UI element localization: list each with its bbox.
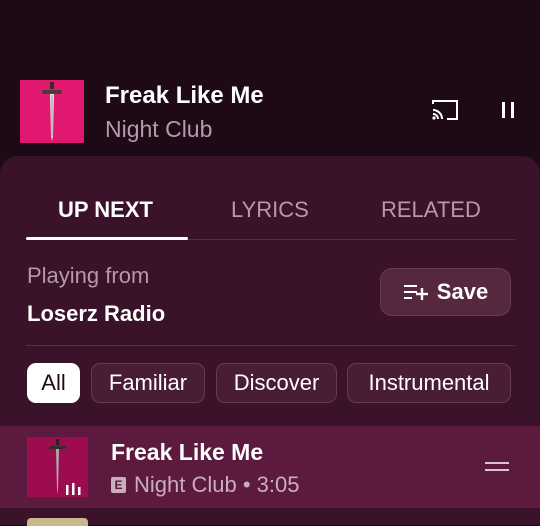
playlist-add-icon xyxy=(403,285,428,300)
equalizer-icon xyxy=(66,483,81,495)
chip-discover[interactable]: Discover xyxy=(216,363,337,403)
tab-related[interactable]: RELATED xyxy=(381,196,481,224)
drag-handle-icon[interactable] xyxy=(484,459,510,473)
dagger-icon xyxy=(42,82,62,141)
pause-icon[interactable] xyxy=(496,98,520,122)
explicit-badge: E xyxy=(111,477,126,493)
station-name: Loserz Radio xyxy=(27,301,166,326)
chip-all[interactable]: All xyxy=(27,363,80,403)
save-button[interactable]: Save xyxy=(380,268,511,316)
now-playing-title[interactable]: Freak Like Me xyxy=(105,82,264,110)
album-art[interactable] xyxy=(20,80,84,143)
chip-familiar[interactable]: Familiar xyxy=(91,363,205,403)
save-button-label: Save xyxy=(436,279,489,304)
now-playing-artist[interactable]: Night Club xyxy=(105,115,212,143)
playing-from-label: Playing from xyxy=(27,263,150,288)
section-divider xyxy=(26,345,515,346)
chip-instrumental[interactable]: Instrumental xyxy=(347,363,511,403)
queue-item[interactable]: Freak Like Me E Night Club • 3:05 xyxy=(0,426,540,508)
track-title: Freak Like Me xyxy=(111,439,264,465)
queue-sheet: UP NEXT LYRICS RELATED Playing from Lose… xyxy=(0,156,540,526)
now-playing-bar[interactable]: Freak Like Me Night Club xyxy=(0,0,540,160)
track-artist-duration: Night Club • 3:05 xyxy=(134,472,300,497)
tab-up-next[interactable]: UP NEXT xyxy=(58,196,153,224)
active-tab-indicator xyxy=(26,237,188,240)
track-meta: E Night Club • 3:05 xyxy=(111,471,299,499)
tab-lyrics[interactable]: LYRICS xyxy=(231,196,309,224)
cast-icon[interactable] xyxy=(430,98,460,122)
track-thumbnail xyxy=(27,437,88,497)
